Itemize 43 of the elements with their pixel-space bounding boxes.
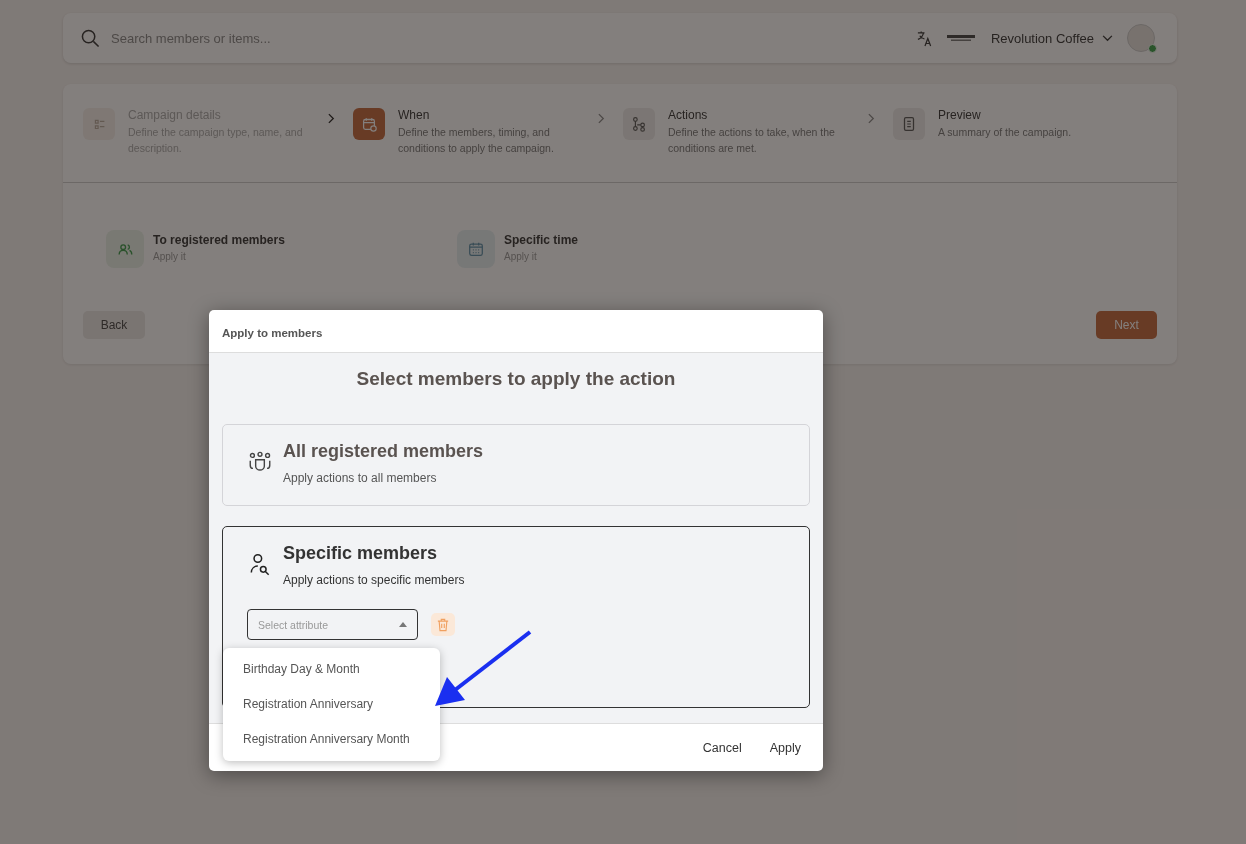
next-button[interactable]: Next xyxy=(1096,311,1157,339)
avatar[interactable] xyxy=(1127,24,1155,52)
calendar-icon xyxy=(457,230,495,268)
dialog-heading: Select members to apply the action xyxy=(355,368,677,390)
search-icon xyxy=(81,28,100,48)
step-title: Preview xyxy=(938,108,982,122)
dialog-button[interactable]: Cancel xyxy=(694,734,750,761)
option-description: Apply actions to specific members xyxy=(283,573,465,587)
step-description: A summary of the campaign. xyxy=(938,125,1073,140)
back-button[interactable]: Back xyxy=(83,311,145,339)
step-tab[interactable]: When Define the members, timing, and conditions to apply the campaign. xyxy=(353,108,598,157)
chevron-right-icon xyxy=(598,113,605,124)
flow-icon xyxy=(623,108,655,140)
option-title: To registered members xyxy=(153,233,285,247)
step-tab[interactable]: Preview A summary of the campaign. xyxy=(893,108,1138,141)
step-title: When xyxy=(398,108,431,122)
step-description: Define the actions to take, when the conditions are met. xyxy=(668,125,836,156)
option-card[interactable]: All registered members Apply actions to all members xyxy=(222,424,810,506)
trash-icon xyxy=(437,617,449,632)
menu-item[interactable]: Registration Anniversary Month xyxy=(223,722,440,757)
option-title: Specific members xyxy=(283,543,439,564)
step-title: Actions xyxy=(668,108,709,122)
people-icon xyxy=(106,230,144,268)
delete-button[interactable] xyxy=(431,613,455,636)
caret-icon xyxy=(399,622,407,627)
calendar-icon xyxy=(353,108,385,140)
chevron-right-icon xyxy=(328,113,335,124)
list-icon xyxy=(83,108,115,140)
account-dropdown[interactable]: Revolution Coffee xyxy=(990,30,1113,46)
translate-icon[interactable] xyxy=(915,29,933,47)
step-tab[interactable]: Actions Define the actions to take, when the conditions are met. xyxy=(623,108,868,157)
document-icon xyxy=(893,108,925,140)
option-description: Apply actions to all members xyxy=(283,471,438,485)
attribute-select[interactable]: Select attribute xyxy=(247,609,418,640)
dialog-title: Apply to members xyxy=(222,327,323,339)
option-title: Specific time xyxy=(504,233,579,247)
menu-item[interactable]: Birthday Day & Month xyxy=(223,652,440,687)
chevron-right-icon xyxy=(868,113,875,124)
chevron-down-icon xyxy=(1102,34,1113,42)
logo-icon xyxy=(946,34,975,42)
dialog-button[interactable]: Apply xyxy=(761,734,809,761)
step-description: Define the members, timing, and conditions to apply the campaign. xyxy=(398,125,555,156)
option-title: All registered members xyxy=(283,441,484,462)
